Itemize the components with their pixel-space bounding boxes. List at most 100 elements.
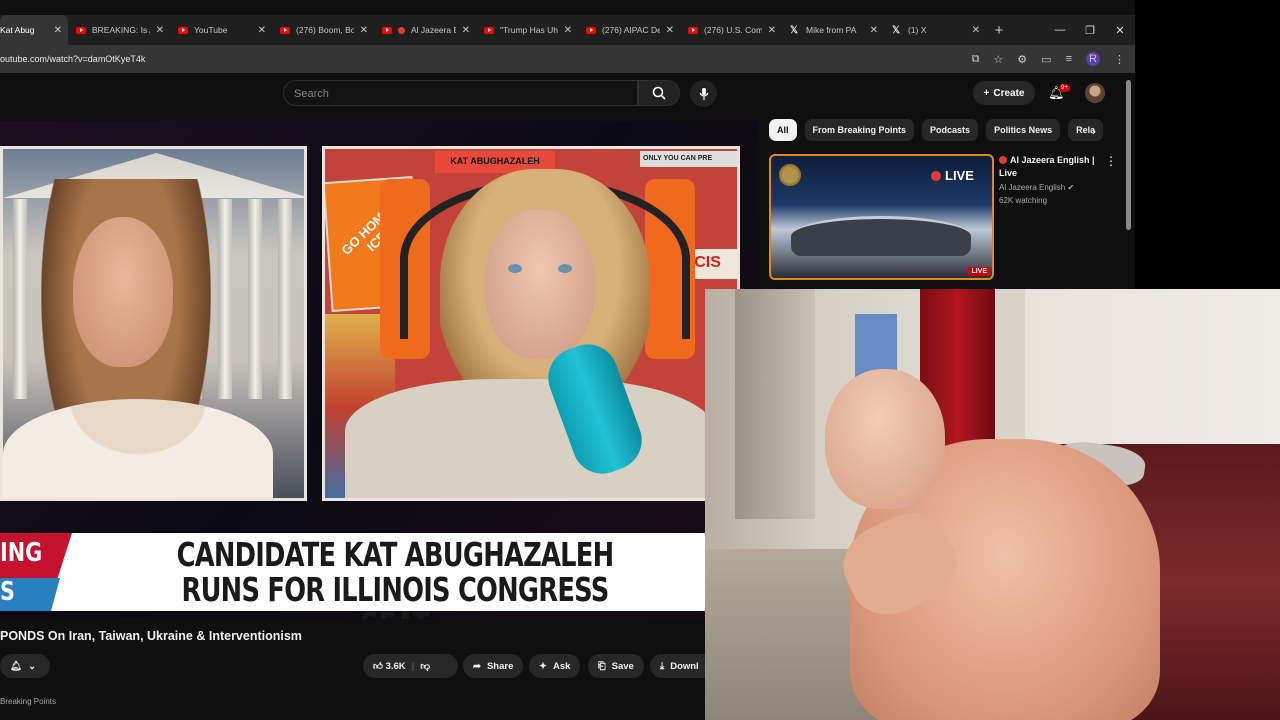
chip-related[interactable]: Rela	[1068, 119, 1104, 141]
download-button[interactable]: ⤓ Downl	[650, 654, 709, 678]
video-panel-left	[0, 146, 307, 501]
window-controls: — ❐ ✕	[1045, 24, 1135, 37]
verified-check-icon: ✔︎	[1067, 183, 1075, 192]
chevron-down-icon: ⌄	[28, 660, 37, 672]
chip-podcasts[interactable]: Podcasts	[922, 119, 979, 141]
channel-name-partial[interactable]: Breaking Points	[0, 697, 56, 706]
tab-kat-abughazaleh[interactable]: Kat Abug ✕	[0, 15, 68, 45]
scrollbar[interactable]	[1126, 80, 1131, 230]
tab-boom[interactable]: (276) Boom, Bo ✕	[272, 15, 374, 45]
youtube-icon	[586, 26, 596, 34]
tab-title: (1) X	[908, 25, 927, 35]
youtube-header: Search + Create 🔔︎ 9+	[0, 73, 1135, 113]
bookmark-star-icon[interactable]: ☆	[993, 53, 1003, 66]
tab-us-com[interactable]: (276) U.S. Com ✕	[680, 15, 782, 45]
tab-title: YouTube	[194, 25, 228, 35]
webcam-person-head	[825, 369, 945, 509]
tab-close-icon[interactable]: ✕	[666, 25, 674, 36]
tab-close-icon[interactable]: ✕	[972, 25, 980, 36]
tab-x[interactable]: 𝕏 (1) X ✕	[884, 15, 986, 45]
lower-third-tag-bottom: S	[0, 577, 15, 607]
url-field[interactable]: outube.com/watch?v=damOtKyeT4k	[0, 54, 972, 64]
tab-close-icon[interactable]: ✕	[156, 25, 164, 36]
share-label: Share	[486, 660, 514, 672]
share-icon: ➦	[473, 660, 481, 672]
sidebar-icon[interactable]: ▭	[1041, 53, 1051, 66]
tab-close-icon[interactable]: ✕	[462, 25, 470, 36]
chevron-right-icon[interactable]: ›	[1092, 124, 1096, 138]
desktop-background	[1135, 0, 1280, 290]
presenter-top	[3, 399, 273, 498]
search-button[interactable]	[638, 80, 680, 106]
close-window-button[interactable]: ✕	[1105, 24, 1135, 37]
live-overlay: LIVE	[931, 168, 974, 183]
dislike-button[interactable]: 👎︎	[420, 660, 430, 672]
tab-close-icon[interactable]: ✕	[564, 25, 572, 36]
more-options-icon[interactable]: ⋮	[1105, 154, 1117, 168]
microphone-icon	[699, 87, 708, 100]
tab-close-icon[interactable]: ✕	[768, 25, 776, 36]
bookmark-icon: ⎗	[598, 660, 606, 672]
webcam-door	[735, 289, 815, 519]
bell-icon: 🔔︎	[10, 660, 23, 672]
youtube-icon	[178, 26, 188, 34]
new-tab-button[interactable]: +	[986, 22, 1012, 39]
tab-close-icon[interactable]: ✕	[360, 25, 368, 36]
x-icon: 𝕏	[790, 24, 799, 36]
ask-button[interactable]: ✦ Ask	[529, 654, 581, 678]
subscribe-bell-button[interactable]: 🔔︎ ⌄	[0, 654, 50, 678]
voice-search-button[interactable]	[690, 80, 717, 107]
x-icon: 𝕏	[892, 24, 901, 36]
tab-close-icon[interactable]: ✕	[258, 25, 266, 36]
save-button[interactable]: ⎗ Save	[588, 654, 644, 678]
create-button[interactable]: + Create	[973, 81, 1035, 105]
plus-icon: +	[983, 87, 990, 99]
live-icon	[999, 156, 1007, 164]
tab-title: BREAKING: Is A	[92, 25, 150, 35]
video-title: PONDS On Iran, Taiwan, Ukraine & Interve…	[0, 629, 302, 643]
lower-third-headline: CANDIDATE KAT ABUGHAZALEH RUNS FOR ILLIN…	[176, 535, 615, 619]
tab-close-icon[interactable]: ✕	[870, 25, 878, 36]
minimize-button[interactable]: —	[1045, 24, 1075, 37]
live-overlay-text: LIVE	[945, 168, 974, 183]
recommendation-channel[interactable]: Al Jazeera English ✔︎	[999, 183, 1074, 192]
live-indicator-icon	[398, 26, 405, 34]
youtube-icon	[382, 26, 392, 34]
like-button[interactable]: 👍︎ 3.6K	[373, 660, 406, 672]
video-actions: 🔔︎ ⌄ 👍︎ 3.6K | 👎︎ ➦ Share ✦ Ask ⎗ Save ⤓…	[0, 654, 709, 678]
extensions-icon[interactable]: ⚙	[1017, 53, 1027, 66]
youtube-icon	[484, 26, 494, 34]
menu-dots-icon[interactable]: ⋮	[1114, 53, 1125, 66]
share-button[interactable]: ➦ Share	[463, 654, 524, 678]
recommendation-channel-text: Al Jazeera English	[999, 183, 1066, 192]
search-input[interactable]: Search	[283, 80, 638, 106]
tab-title: (276) AIPAC De	[602, 25, 660, 35]
video-player[interactable]: GO HOME ICE KAT ABUGHAZALEH ONLY YOU CAN…	[0, 121, 757, 619]
create-label: Create	[993, 87, 1025, 99]
tab-strip: Kat Abug ✕ BREAKING: Is A ✕ YouTube ✕ (2…	[0, 15, 1135, 45]
maximize-button[interactable]: ❐	[1075, 24, 1105, 37]
tab-title: (276) U.S. Com	[704, 25, 762, 35]
chip-from-breaking-points[interactable]: From Breaking Points	[804, 119, 915, 141]
recommendation-thumbnail[interactable]: LIVE LIVE	[769, 154, 994, 280]
tab-aipac[interactable]: (276) AIPAC De ✕	[578, 15, 680, 45]
tab-close-icon[interactable]: ✕	[54, 25, 62, 36]
tab-mike-from-pa[interactable]: 𝕏 Mike from PA ✕	[782, 15, 884, 45]
profile-avatar[interactable]: R	[1086, 52, 1100, 66]
ask-label: Ask	[552, 660, 571, 672]
user-avatar[interactable]	[1085, 83, 1105, 103]
tab-title: Kat Abug	[0, 25, 35, 35]
recommendation-title[interactable]: Al Jazeera English | Live	[999, 154, 1103, 180]
search-icon	[652, 86, 666, 100]
chip-all[interactable]: All	[769, 119, 797, 141]
tab-trump[interactable]: "Trump Has Uh ✕	[476, 15, 578, 45]
tab-al-jazeera[interactable]: Al Jazeera E ✕	[374, 15, 476, 45]
download-icon: ⤓	[660, 660, 665, 672]
chip-politics-news[interactable]: Politics News	[986, 119, 1061, 141]
tab-youtube[interactable]: YouTube ✕	[170, 15, 272, 45]
address-bar: outube.com/watch?v=damOtKyeT4k ⧉ ☆ ⚙ ▭ ≡…	[0, 45, 1135, 73]
webcam-overlay	[705, 289, 1280, 720]
tab-breaking[interactable]: BREAKING: Is A ✕	[68, 15, 170, 45]
media-icon[interactable]: ≡	[1066, 53, 1072, 65]
cast-icon[interactable]: ⧉	[972, 53, 980, 66]
